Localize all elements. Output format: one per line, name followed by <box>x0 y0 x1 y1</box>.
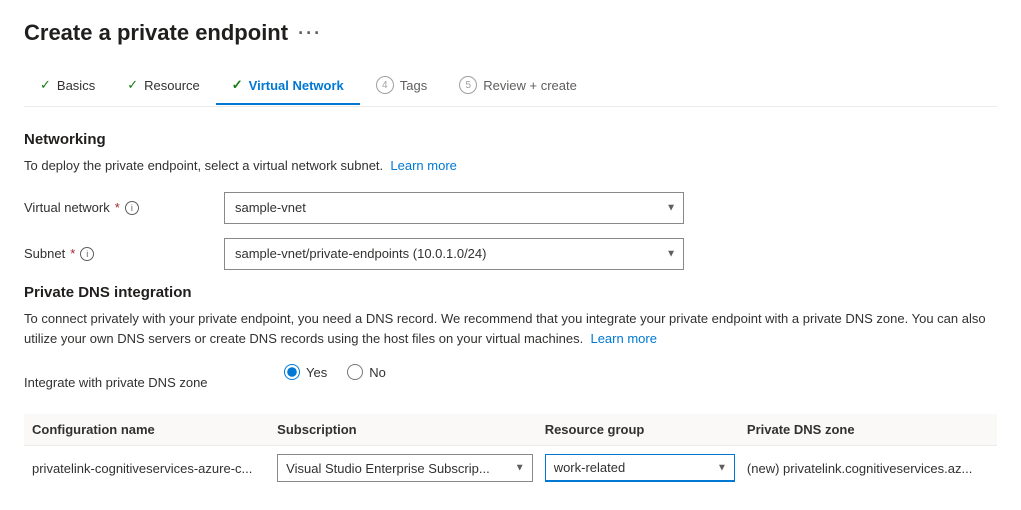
networking-section: Networking To deploy the private endpoin… <box>24 131 997 270</box>
tab-resource[interactable]: ✓ Resource <box>111 67 216 105</box>
integrate-dns-yes-option[interactable]: Yes <box>284 364 327 380</box>
integrate-dns-no-radio[interactable] <box>347 364 363 380</box>
networking-description: To deploy the private endpoint, select a… <box>24 156 997 176</box>
resource-group-select-wrapper: work-related ▼ <box>545 454 735 482</box>
page-title-ellipsis: ··· <box>298 23 322 44</box>
subnet-row: Subnet * i sample-vnet/private-endpoints… <box>24 238 997 270</box>
subscription-select-wrapper: Visual Studio Enterprise Subscrip... ▼ <box>277 454 533 482</box>
table-cell-config-name: privatelink-cognitiveservices-azure-c... <box>24 446 277 491</box>
resource-check-icon: ✓ <box>127 77 138 93</box>
virtual-network-required: * <box>115 200 120 215</box>
virtual-network-row: Virtual network * i sample-vnet ▼ <box>24 192 997 224</box>
subnet-select[interactable]: sample-vnet/private-endpoints (10.0.1.0/… <box>224 238 684 270</box>
virtual-network-select[interactable]: sample-vnet <box>224 192 684 224</box>
subnet-required: * <box>70 246 75 261</box>
page-title-container: Create a private endpoint ··· <box>24 20 997 46</box>
table-cell-resource-group: work-related ▼ <box>545 446 747 491</box>
integrate-dns-no-label: No <box>369 365 386 380</box>
tab-virtual-network[interactable]: ✓ Virtual Network <box>216 67 360 105</box>
dns-learn-more[interactable]: Learn more <box>590 331 656 346</box>
subnet-label: Subnet * i <box>24 246 224 261</box>
table-row: privatelink-cognitiveservices-azure-c...… <box>24 446 997 491</box>
virtual-network-info-icon[interactable]: i <box>125 201 139 215</box>
col-private-dns-zone: Private DNS zone <box>747 414 997 446</box>
config-name-value: privatelink-cognitiveservices-azure-c... <box>32 461 252 476</box>
resource-group-select[interactable]: work-related <box>545 454 735 482</box>
tags-step-circle: 4 <box>376 76 394 94</box>
integrate-dns-no-option[interactable]: No <box>347 364 386 380</box>
subscription-select[interactable]: Visual Studio Enterprise Subscrip... <box>277 454 533 482</box>
wizard-tabs: ✓ Basics ✓ Resource ✓ Virtual Network 4 … <box>24 66 997 107</box>
integrate-dns-radio-group: Yes No <box>284 364 386 380</box>
col-resource-group: Resource group <box>545 414 747 446</box>
networking-section-title: Networking <box>24 131 997 148</box>
table-cell-private-dns-zone: (new) privatelink.cognitiveservices.az..… <box>747 446 997 491</box>
integrate-dns-yes-radio[interactable] <box>284 364 300 380</box>
networking-learn-more[interactable]: Learn more <box>390 158 456 173</box>
integrate-dns-row: Integrate with private DNS zone Yes No <box>24 364 997 400</box>
page-title: Create a private endpoint <box>24 20 288 46</box>
subnet-select-wrapper: sample-vnet/private-endpoints (10.0.1.0/… <box>224 238 684 270</box>
tab-review-create-label: Review + create <box>483 78 577 93</box>
configuration-table: Configuration name Subscription Resource… <box>24 414 997 490</box>
tab-basics-label: Basics <box>57 78 95 93</box>
virtual-network-select-wrapper: sample-vnet ▼ <box>224 192 684 224</box>
basics-check-icon: ✓ <box>40 77 51 93</box>
dns-integration-section: Private DNS integration To connect priva… <box>24 284 997 491</box>
tab-resource-label: Resource <box>144 78 200 93</box>
virtual-network-check-icon: ✓ <box>232 77 243 93</box>
tab-review-create[interactable]: 5 Review + create <box>443 66 593 106</box>
col-subscription: Subscription <box>277 414 545 446</box>
tab-tags[interactable]: 4 Tags <box>360 66 443 106</box>
tab-basics[interactable]: ✓ Basics <box>24 67 111 105</box>
tab-virtual-network-label: Virtual Network <box>249 78 344 93</box>
col-config-name: Configuration name <box>24 414 277 446</box>
dns-description: To connect privately with your private e… <box>24 309 997 351</box>
integrate-dns-yes-label: Yes <box>306 365 327 380</box>
integrate-dns-label: Integrate with private DNS zone <box>24 375 284 390</box>
dns-section-title: Private DNS integration <box>24 284 997 301</box>
private-dns-zone-value: (new) privatelink.cognitiveservices.az..… <box>747 461 972 476</box>
table-cell-subscription: Visual Studio Enterprise Subscrip... ▼ <box>277 446 545 491</box>
review-step-circle: 5 <box>459 76 477 94</box>
subnet-info-icon[interactable]: i <box>80 247 94 261</box>
virtual-network-label: Virtual network * i <box>24 200 224 215</box>
tab-tags-label: Tags <box>400 78 427 93</box>
table-header-row: Configuration name Subscription Resource… <box>24 414 997 446</box>
